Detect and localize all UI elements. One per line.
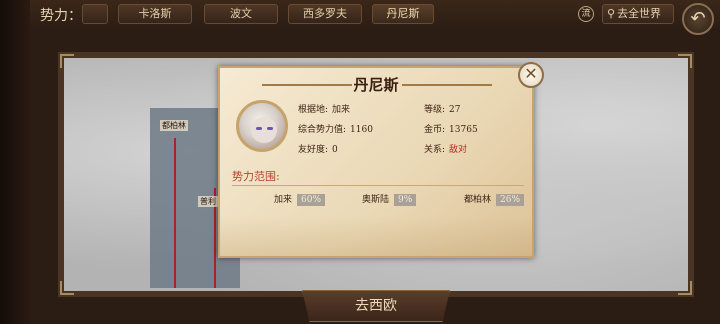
faction-tab-bowen[interactable]: 波文	[204, 4, 278, 24]
frame-corner	[60, 281, 74, 295]
go-world-label: 去全世界	[617, 7, 662, 20]
gold-value: 13765	[449, 125, 478, 135]
base-row: 根据地: 加来	[298, 102, 350, 115]
base-value: 加来	[332, 105, 351, 115]
territory-name: 加来	[274, 195, 293, 205]
relation-row: 关系: 敌对	[424, 142, 467, 155]
go-world-button[interactable]: ⚲ 去全世界	[602, 4, 674, 24]
territory-percent: 60%	[297, 194, 326, 206]
power-label: 综合势力值:	[298, 125, 347, 135]
avatar-eye	[256, 127, 262, 130]
level-value: 27	[449, 105, 461, 115]
go-west-europe-button[interactable]: 去西欧	[302, 290, 450, 322]
territory-name: 都柏林	[464, 195, 492, 205]
left-edge	[0, 0, 30, 324]
dialog-title: 丹尼斯	[353, 76, 399, 94]
search-icon: ⚲	[607, 7, 616, 20]
faction-tab-partial[interactable]	[82, 4, 108, 24]
border-line	[174, 138, 176, 288]
frame-corner	[60, 54, 74, 68]
flow-icon[interactable]: 流	[578, 6, 594, 22]
faction-leader-avatar	[236, 100, 288, 152]
faction-tab-dennis[interactable]: 丹尼斯	[372, 4, 434, 24]
avatar-face	[251, 117, 277, 143]
faction-info-dialog: 丹尼斯 ✕ 根据地: 加来 等级: 27 综合势力值: 1160 金币: 13765 友…	[218, 62, 544, 258]
friendship-label: 友好度:	[298, 145, 329, 155]
friendship-value: 0	[332, 145, 338, 155]
dialog-shade	[220, 216, 532, 256]
frame-corner	[678, 54, 692, 68]
city-label-plymouth[interactable]: 普利	[198, 196, 218, 207]
city-label-dublin[interactable]: 都柏林	[160, 120, 188, 131]
gold-label: 金币:	[424, 125, 446, 135]
back-arrow-icon: ↶	[690, 8, 706, 29]
territory-item: 加来 60%	[274, 192, 326, 206]
territory-name: 奥斯陆	[362, 195, 390, 205]
territory-percent: 26%	[496, 194, 525, 206]
friendship-row: 友好度: 0	[298, 142, 338, 155]
territory-item: 都柏林 26%	[464, 192, 525, 206]
back-button[interactable]: ↶	[682, 3, 714, 35]
territory-percent: 9%	[394, 194, 417, 206]
section-divider	[232, 185, 524, 186]
territory-title: 势力范围:	[232, 170, 280, 183]
faction-label: 势力：	[40, 8, 82, 24]
close-button[interactable]: ✕	[518, 62, 544, 88]
close-icon: ✕	[524, 64, 538, 83]
territory-item: 奥斯陆 9%	[362, 192, 417, 206]
relation-label: 关系:	[424, 145, 446, 155]
gold-row: 金币: 13765	[424, 122, 478, 135]
level-label: 等级:	[424, 105, 446, 115]
faction-tab-sidorov[interactable]: 西多罗夫	[288, 4, 362, 24]
level-row: 等级: 27	[424, 102, 461, 115]
avatar-eye	[267, 127, 273, 130]
base-label: 根据地:	[298, 105, 329, 115]
frame-corner	[678, 281, 692, 295]
power-row: 综合势力值: 1160	[298, 122, 373, 135]
faction-tab-carlos[interactable]: 卡洛斯	[118, 4, 192, 24]
relation-value: 敌对	[449, 145, 468, 155]
power-value: 1160	[350, 125, 373, 135]
